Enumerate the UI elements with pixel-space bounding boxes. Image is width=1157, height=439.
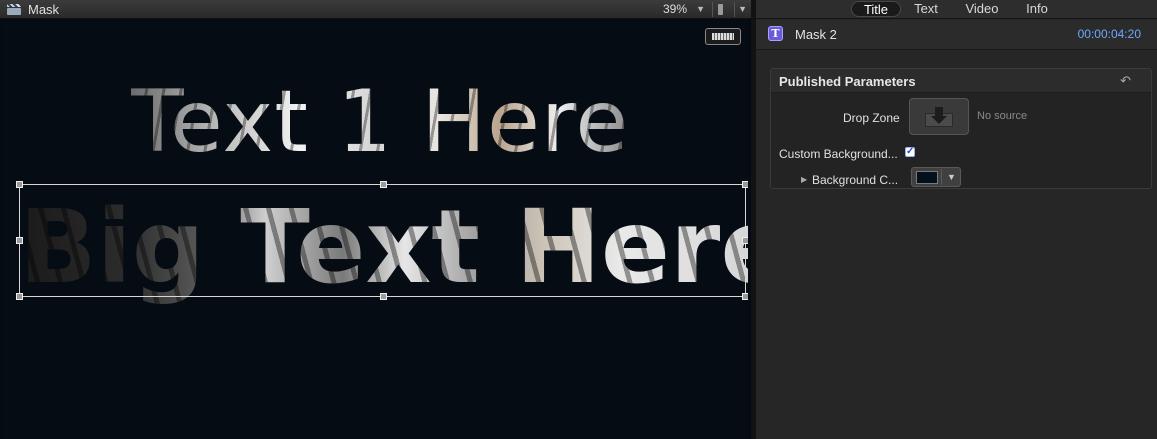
app-window: Mask 39% ▼ ▼ Text 1 Here Big Text Here T…	[0, 0, 1157, 439]
view-options-icon[interactable]	[718, 4, 723, 15]
resize-handle-right[interactable]	[742, 237, 748, 244]
zoom-menu-icon[interactable]: ▼	[696, 4, 705, 14]
background-color-well[interactable]: ▼	[911, 167, 961, 187]
inspector-tabs: Title Text Video Info	[756, 0, 1157, 19]
disclosure-triangle-icon[interactable]: ▶	[801, 175, 807, 184]
color-swatch[interactable]	[916, 171, 938, 184]
viewer-panel: Mask 39% ▼ ▼ Text 1 Here Big Text Here	[0, 0, 751, 439]
selection-box[interactable]	[16, 181, 748, 300]
drop-zone-label: Drop Zone	[843, 111, 900, 125]
viewer-title: Mask	[28, 1, 60, 17]
resize-handle-bottom-right[interactable]	[742, 293, 748, 300]
section-header[interactable]: Published Parameters ↶	[771, 69, 1151, 93]
drop-zone-well[interactable]	[909, 98, 969, 135]
aspect-ratio-button[interactable]	[705, 28, 741, 45]
drop-arrow-icon	[925, 106, 953, 127]
item-name: Mask 2	[795, 27, 837, 42]
tab-video[interactable]: Video	[959, 1, 1005, 17]
resize-handle-bottom-left[interactable]	[16, 293, 23, 300]
custom-background-label: Custom Background...	[779, 147, 898, 161]
color-well-divider	[941, 169, 942, 185]
resize-handle-top-left[interactable]	[16, 181, 23, 188]
resize-handle-left[interactable]	[16, 237, 23, 244]
viewer-canvas[interactable]: Text 1 Here Big Text Here	[3, 20, 748, 439]
canvas-title-text-1[interactable]: Text 1 Here	[131, 72, 630, 172]
inspector-panel: Title Text Video Info T Mask 2 00:00:04:…	[756, 0, 1157, 439]
resize-handle-top[interactable]	[380, 181, 387, 188]
tab-text[interactable]: Text	[906, 1, 946, 17]
view-menu-icon[interactable]: ▼	[738, 4, 747, 14]
tab-title[interactable]: Title	[851, 1, 901, 17]
background-color-label: Background C...	[812, 173, 899, 187]
viewer-header: Mask 39% ▼ ▼	[0, 0, 751, 19]
selected-item-header: T Mask 2 00:00:04:20	[756, 20, 1157, 50]
header-divider	[712, 2, 713, 17]
custom-background-checkbox[interactable]: ✓	[905, 147, 915, 157]
reset-icon[interactable]: ↶	[1120, 73, 1131, 89]
title-icon: T	[768, 26, 783, 41]
ruler-icon	[712, 33, 734, 40]
zoom-level[interactable]: 39%	[663, 2, 687, 16]
resize-handle-bottom[interactable]	[380, 293, 387, 300]
resize-handle-top-right[interactable]	[742, 181, 748, 188]
header-divider	[734, 2, 735, 17]
section-title: Published Parameters	[779, 74, 916, 89]
clapper-icon	[7, 3, 21, 15]
color-menu-icon[interactable]: ▼	[947, 172, 956, 182]
drop-zone-status: No source	[977, 110, 1028, 122]
item-timecode: 00:00:04:20	[1077, 27, 1141, 41]
published-parameters-section: Published Parameters ↶ Drop Zone No sour…	[770, 68, 1152, 189]
tab-info[interactable]: Info	[1018, 1, 1056, 17]
